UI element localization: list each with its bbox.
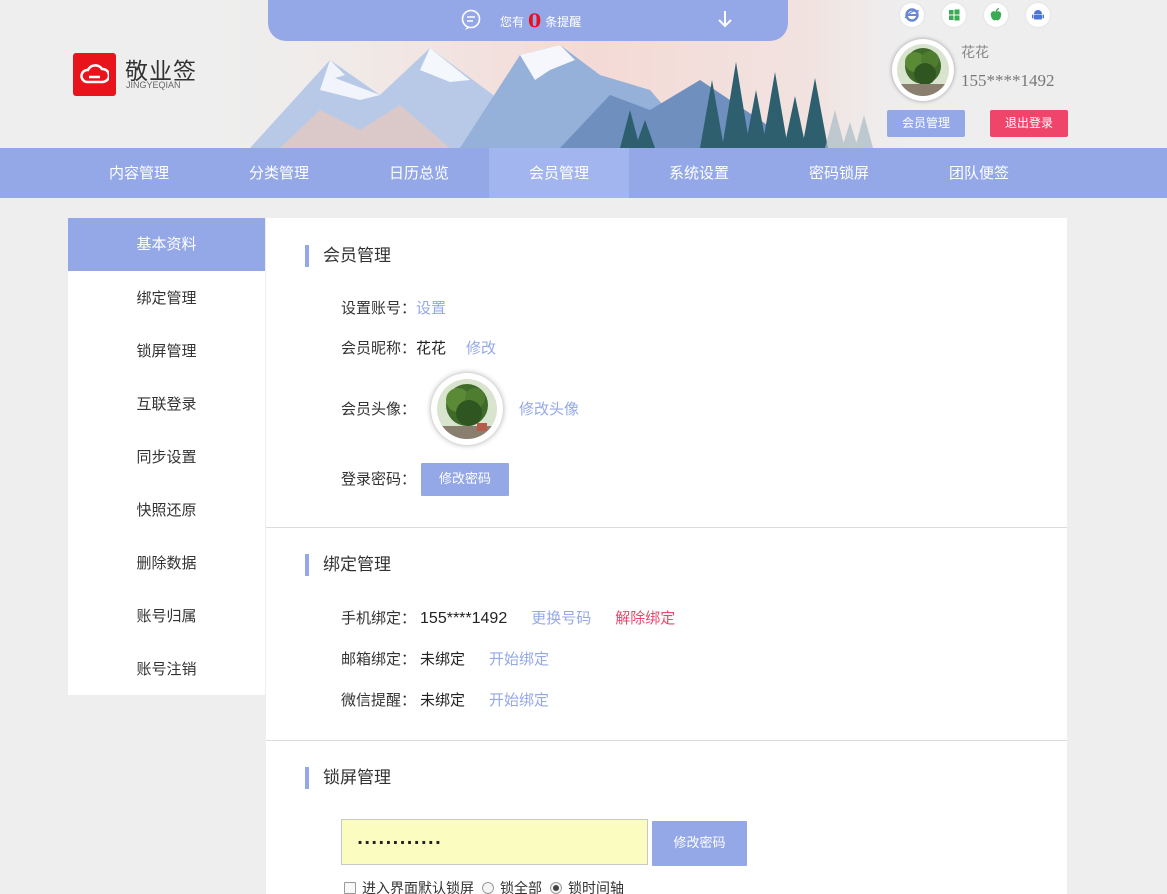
android-icon[interactable] xyxy=(1026,3,1050,27)
lock-timeline-radio[interactable] xyxy=(550,882,562,894)
email-binding-row: 邮箱绑定： 未绑定 开始绑定 xyxy=(341,647,549,671)
sidebar: 基本资料 绑定管理 锁屏管理 互联登录 同步设置 快照还原 删除数据 账号归属 … xyxy=(68,218,265,695)
section-title-binding: 绑定管理 xyxy=(305,553,391,577)
account-label: 设置账号： xyxy=(341,299,417,317)
nav-member[interactable]: 会员管理 xyxy=(489,148,629,198)
sidebar-item-lock[interactable]: 锁屏管理 xyxy=(68,325,265,378)
bind-wechat-link[interactable]: 开始绑定 xyxy=(489,691,549,709)
change-phone-link[interactable]: 更换号码 xyxy=(531,609,591,627)
user-phone: 155****1492 xyxy=(961,71,1055,90)
nav-lockscreen[interactable]: 密码锁屏 xyxy=(769,148,909,198)
ie-icon[interactable] xyxy=(900,3,924,27)
main-nav: 内容管理 分类管理 日历总览 会员管理 系统设置 密码锁屏 团队便签 xyxy=(0,148,1167,198)
message-bubble-icon xyxy=(461,9,481,30)
apple-icon[interactable] xyxy=(984,3,1008,27)
notification-count: 0 xyxy=(528,10,542,32)
brand-subtitle: JINGYEQIAN xyxy=(126,80,181,90)
sidebar-item-delete-data[interactable]: 删除数据 xyxy=(68,537,265,590)
lock-all-radio[interactable] xyxy=(482,882,494,894)
logo[interactable] xyxy=(73,53,116,96)
phone-binding-row: 手机绑定： 155****1492 更换号码 解除绑定 xyxy=(341,606,675,630)
nav-team-notes[interactable]: 团队便签 xyxy=(909,148,1049,198)
nickname-label: 会员昵称： xyxy=(341,339,417,357)
sidebar-item-snapshot[interactable]: 快照还原 xyxy=(68,484,265,537)
divider xyxy=(266,527,1067,528)
notification-text: 您有 0 条提醒 xyxy=(500,10,582,32)
unbind-phone-link[interactable]: 解除绑定 xyxy=(615,609,675,627)
sidebar-item-interlogin[interactable]: 互联登录 xyxy=(68,378,265,431)
edit-nickname-link[interactable]: 修改 xyxy=(466,339,496,357)
wechat-binding-row: 微信提醒： 未绑定 开始绑定 xyxy=(341,688,549,712)
sidebar-item-binding[interactable]: 绑定管理 xyxy=(68,272,265,325)
logout-button[interactable]: 退出登录 xyxy=(990,110,1068,137)
lock-timeline-label: 锁时间轴 xyxy=(568,881,624,894)
notification-bar[interactable]: 您有 0 条提醒 xyxy=(268,0,788,41)
lock-options: 进入界面默认锁屏 锁全部 锁时间轴 xyxy=(344,878,624,894)
avatar-label: 会员头像： xyxy=(341,400,417,418)
email-binding-label: 邮箱绑定： xyxy=(341,650,417,668)
account-row: 设置账号：设置 xyxy=(341,296,446,320)
notification-prefix: 您有 xyxy=(500,15,525,29)
default-lock-label: 进入界面默认锁屏 xyxy=(362,881,474,894)
nav-settings[interactable]: 系统设置 xyxy=(629,148,769,198)
user-name: 花花 xyxy=(961,45,989,61)
user-avatar[interactable] xyxy=(892,39,954,101)
phone-binding-label: 手机绑定： xyxy=(341,609,417,627)
section-title-member: 会员管理 xyxy=(305,244,391,268)
main-panel: 会员管理 设置账号：设置 会员昵称：花花 修改 会员头像： 修改头像 登录密码： … xyxy=(266,218,1067,894)
header: 您有 0 条提醒 敬业签 JINGYEQIAN 花花 155****1492 会… xyxy=(0,0,1167,148)
notification-suffix: 条提醒 xyxy=(545,15,582,29)
wechat-binding-value: 未绑定 xyxy=(420,691,466,709)
bind-email-link[interactable]: 开始绑定 xyxy=(489,650,549,668)
member-avatar[interactable] xyxy=(431,373,503,445)
sidebar-item-sync[interactable]: 同步设置 xyxy=(68,431,265,484)
nickname-value: 花花 xyxy=(416,339,447,357)
section-title-lock: 锁屏管理 xyxy=(305,766,391,790)
lock-all-label: 锁全部 xyxy=(500,881,542,894)
member-management-button[interactable]: 会员管理 xyxy=(887,110,965,137)
cloud-logo-icon xyxy=(80,64,109,84)
lock-change-password-button[interactable]: 修改密码 xyxy=(652,821,747,866)
nickname-row: 会员昵称：花花 修改 xyxy=(341,336,496,360)
email-binding-value: 未绑定 xyxy=(420,650,466,668)
windows-icon[interactable] xyxy=(942,3,966,27)
nav-category[interactable]: 分类管理 xyxy=(209,148,349,198)
sidebar-item-ownership[interactable]: 账号归属 xyxy=(68,590,265,643)
set-account-link[interactable]: 设置 xyxy=(416,299,446,317)
lock-password-input[interactable] xyxy=(341,819,648,865)
wechat-binding-label: 微信提醒： xyxy=(341,691,417,709)
sidebar-item-profile[interactable]: 基本资料 xyxy=(68,218,265,271)
phone-binding-value: 155****1492 xyxy=(420,610,508,627)
arrow-down-icon[interactable] xyxy=(716,8,734,30)
change-avatar-link[interactable]: 修改头像 xyxy=(519,397,579,421)
platform-icons xyxy=(900,3,1050,27)
sidebar-item-deactivate[interactable]: 账号注销 xyxy=(68,643,265,696)
nav-content[interactable]: 内容管理 xyxy=(69,148,209,198)
change-password-button[interactable]: 修改密码 xyxy=(421,463,509,496)
password-label: 登录密码： xyxy=(341,470,417,488)
default-lock-checkbox[interactable] xyxy=(344,882,356,894)
divider xyxy=(266,740,1067,741)
nav-calendar[interactable]: 日历总览 xyxy=(349,148,489,198)
